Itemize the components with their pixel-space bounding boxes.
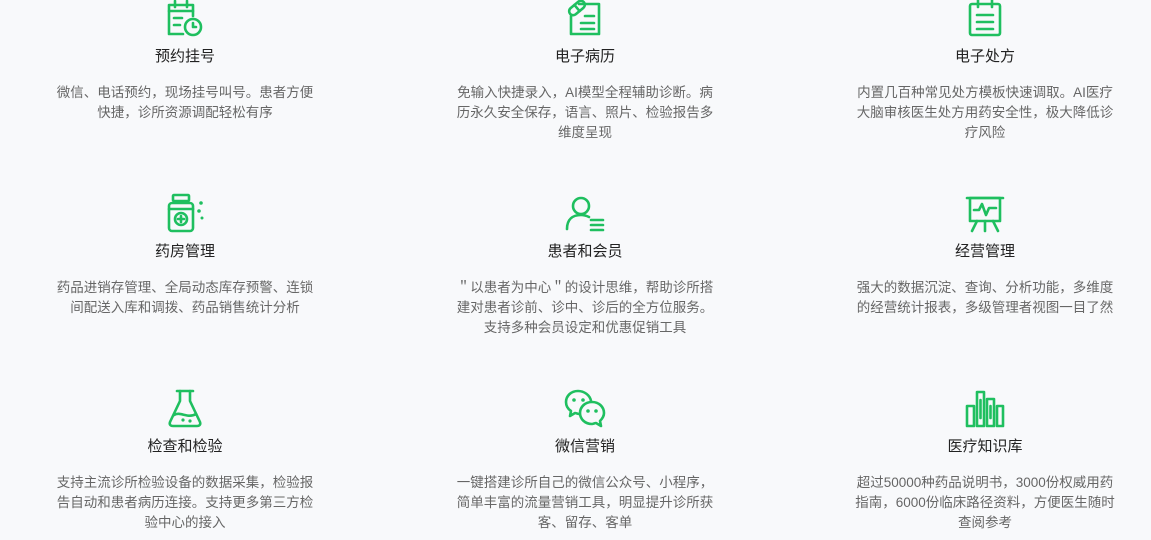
calendar-clock-icon — [163, 0, 207, 40]
feature-title: 电子处方 — [954, 48, 1015, 65]
feature-prescription: 电子处方 内置几百种常见处方模板快速调取。AI医疗大脑审核医生处方用药安全性，极… — [840, 0, 1130, 143]
feature-title: 预约挂号 — [154, 48, 215, 65]
feature-pharmacy: 药房管理 药品进销存管理、全局动态库存预警、连锁间配送入库和调拨、药品销售统计分… — [40, 191, 330, 318]
medical-record-icon — [563, 0, 607, 40]
prescription-clipboard-icon — [963, 0, 1007, 40]
feature-description: 一键搭建诊所自己的微信公众号、小程序，简单丰富的流量营销工具，明显提升诊所获客、… — [456, 475, 714, 530]
feature-description: 微信、电话预约，现场挂号叫号。患者方便快捷，诊所资源调配轻松有序 — [56, 85, 314, 120]
feature-appointment: 预约挂号 微信、电话预约，现场挂号叫号。患者方便快捷，诊所资源调配轻松有序 — [40, 0, 330, 123]
feature-patient-member: 患者和会员 ＂以患者为中心＂的设计思维，帮助诊所搭建对患者诊前、诊中、诊后的全方… — [440, 191, 730, 338]
feature-description: 内置几百种常见处方模板快速调取。AI医疗大脑审核医生处方用药安全性，极大降低诊疗… — [856, 85, 1114, 140]
medicine-bottle-icon — [163, 191, 207, 235]
feature-business: 经营管理 强大的数据沉淀、查询、分析功能，多维度的经营统计报表，多级管理者视图一… — [840, 191, 1130, 318]
patient-member-icon — [563, 191, 607, 235]
feature-knowledge-base: 医疗知识库 超过50000种药品说明书，3000份权威用药指南，6000份临床路… — [840, 386, 1130, 533]
feature-lab-test: 检查和检验 支持主流诊所检验设备的数据采集，检验报告自动和患者病历连接。支持更多… — [40, 386, 330, 533]
feature-title: 医疗知识库 — [947, 438, 1023, 455]
feature-description: ＂以患者为中心＂的设计思维，帮助诊所搭建对患者诊前、诊中、诊后的全方位服务。支持… — [456, 280, 714, 335]
feature-grid: 预约挂号 微信、电话预约，现场挂号叫号。患者方便快捷，诊所资源调配轻松有序 电子… — [0, 0, 1151, 540]
bar-chart-books-icon — [963, 386, 1007, 430]
feature-description: 免输入快捷录入，AI模型全程辅助诊断。病历永久安全保存，语言、照片、检验报告多维… — [456, 85, 714, 140]
wechat-icon — [563, 386, 607, 430]
feature-title: 检查和检验 — [147, 438, 223, 455]
feature-title: 微信营销 — [554, 438, 615, 455]
feature-title: 经营管理 — [954, 243, 1015, 260]
feature-emr: 电子病历 免输入快捷录入，AI模型全程辅助诊断。病历永久安全保存，语言、照片、检… — [440, 0, 730, 143]
feature-wechat-marketing: 微信营销 一键搭建诊所自己的微信公众号、小程序，简单丰富的流量营销工具，明显提升… — [440, 386, 730, 533]
feature-description: 药品进销存管理、全局动态库存预警、连锁间配送入库和调拨、药品销售统计分析 — [56, 280, 314, 315]
feature-title: 药房管理 — [154, 243, 215, 260]
feature-title: 患者和会员 — [547, 243, 623, 260]
feature-description: 支持主流诊所检验设备的数据采集，检验报告自动和患者病历连接。支持更多第三方检验中… — [56, 475, 314, 530]
presentation-board-icon — [963, 191, 1007, 235]
feature-description: 超过50000种药品说明书，3000份权威用药指南，6000份临床路径资料，方便… — [855, 475, 1115, 530]
feature-title: 电子病历 — [554, 48, 615, 65]
feature-description: 强大的数据沉淀、查询、分析功能，多维度的经营统计报表，多级管理者视图一目了然 — [856, 280, 1114, 315]
lab-flask-icon — [163, 386, 207, 430]
